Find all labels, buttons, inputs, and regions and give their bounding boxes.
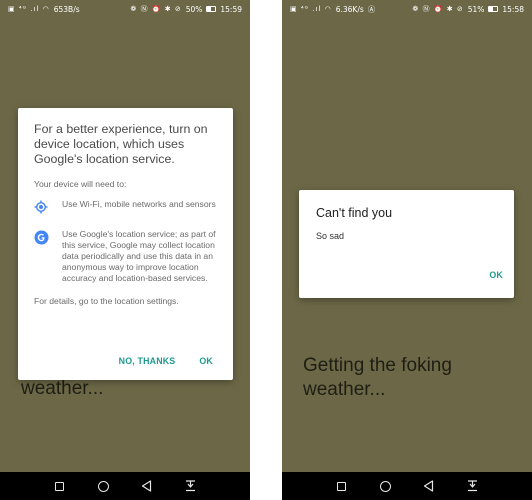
permission-text: Use Google's location service; as part o… xyxy=(62,229,216,283)
app-background: ▣ ⁴ᴳ .ıl ◠ 653B/s ❁ Ⓝ ⏰ ✱ ⊘ 50% 15:59 we… xyxy=(0,0,250,472)
battery-icon xyxy=(206,6,217,12)
recent-apps-square-icon[interactable] xyxy=(50,476,70,496)
location-error-dialog: Can't find you So sad OK xyxy=(299,190,514,298)
dialog-subtitle: Your device will need to: xyxy=(34,179,127,189)
status-icons: ❁ Ⓝ ⏰ ✱ ⊘ xyxy=(412,5,464,13)
home-circle-icon[interactable] xyxy=(93,476,113,496)
battery-percent: 51% xyxy=(467,4,485,14)
app-notification-icon: Ⓐ xyxy=(367,4,376,14)
battery-percent: 50% xyxy=(185,4,203,14)
home-circle-icon[interactable] xyxy=(375,476,395,496)
notification-pull-icon[interactable] xyxy=(462,476,482,496)
clock: 15:59 xyxy=(220,4,242,14)
network-speed: 6.36K/s xyxy=(335,4,364,14)
notification-pull-icon[interactable] xyxy=(180,476,200,496)
app-background: ▣ ⁴ᴳ .ıl ◠ 6.36K/s Ⓐ ❁ Ⓝ ⏰ ✱ ⊘ 51% 15:58… xyxy=(282,0,532,472)
signal-icon: ▣ ⁴ᴳ .ıl ◠ xyxy=(8,5,50,13)
phone-screen-left: ▣ ⁴ᴳ .ıl ◠ 653B/s ❁ Ⓝ ⏰ ✱ ⊘ 50% 15:59 we… xyxy=(0,0,250,500)
loading-text: weather... xyxy=(21,378,104,399)
location-permission-dialog: For a better experience, turn on device … xyxy=(18,108,233,380)
google-g-icon xyxy=(34,229,62,284)
battery-icon xyxy=(488,6,499,12)
dialog-footer: For details, go to the location settings… xyxy=(34,296,179,306)
dialog-actions: OK xyxy=(489,265,503,283)
signal-icon: ▣ ⁴ᴳ .ıl ◠ xyxy=(290,5,332,13)
loading-text-line-2: weather... xyxy=(303,379,386,400)
back-triangle-icon[interactable] xyxy=(419,476,439,496)
status-icons: ❁ Ⓝ ⏰ ✱ ⊘ xyxy=(130,5,182,13)
clock: 15:58 xyxy=(502,4,524,14)
dialog-message: So sad xyxy=(316,231,345,241)
navigation-bar xyxy=(0,472,250,500)
status-bar: ▣ ⁴ᴳ .ıl ◠ 653B/s ❁ Ⓝ ⏰ ✱ ⊘ 50% 15:59 xyxy=(0,0,250,18)
back-triangle-icon[interactable] xyxy=(137,476,157,496)
phone-screen-right: ▣ ⁴ᴳ .ıl ◠ 6.36K/s Ⓐ ❁ Ⓝ ⏰ ✱ ⊘ 51% 15:58… xyxy=(282,0,532,500)
dialog-title: For a better experience, turn on device … xyxy=(34,122,208,166)
ok-button[interactable]: OK xyxy=(489,270,503,280)
no-thanks-button[interactable]: NO, THANKS xyxy=(119,356,176,366)
permission-item-google: Use Google's location service; as part o… xyxy=(34,229,217,284)
status-bar: ▣ ⁴ᴳ .ıl ◠ 6.36K/s Ⓐ ❁ Ⓝ ⏰ ✱ ⊘ 51% 15:58 xyxy=(282,0,532,18)
ok-button[interactable]: OK xyxy=(199,356,213,366)
recent-apps-square-icon[interactable] xyxy=(332,476,352,496)
permission-item-wifi: Use Wi-Fi, mobile networks and sensors xyxy=(34,199,217,219)
permission-text: Use Wi-Fi, mobile networks and sensors xyxy=(62,199,216,209)
location-target-icon xyxy=(34,199,62,219)
dialog-title: Can't find you xyxy=(316,206,393,220)
dialog-actions: NO, THANKS OK xyxy=(119,356,213,366)
loading-text-line-1: Getting the foking xyxy=(303,355,452,376)
navigation-bar xyxy=(282,472,532,500)
network-speed: 653B/s xyxy=(53,4,80,14)
